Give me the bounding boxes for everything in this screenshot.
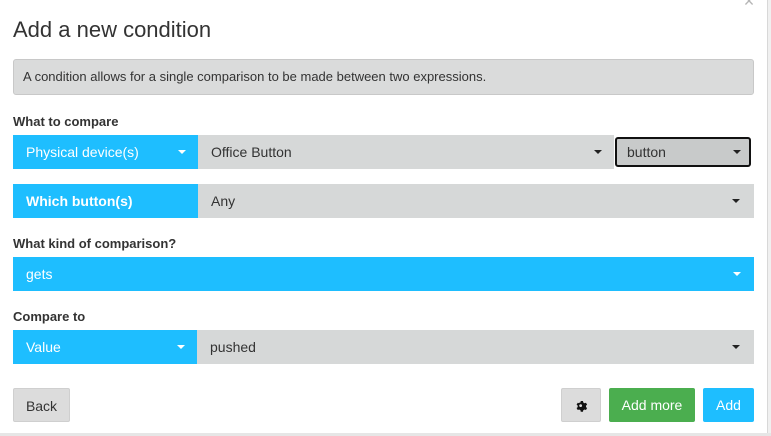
which-buttons-label: Which button(s) bbox=[13, 184, 198, 218]
compare-to-value-select[interactable]: pushed bbox=[197, 330, 754, 364]
chevron-down-icon bbox=[178, 150, 186, 154]
what-to-compare-label: What to compare bbox=[13, 114, 119, 129]
comparison-label: What kind of comparison? bbox=[13, 236, 177, 251]
which-buttons-value: Any bbox=[211, 193, 236, 209]
chevron-down-icon bbox=[732, 199, 740, 203]
device-kind-value: button bbox=[627, 144, 666, 160]
comparison-select[interactable]: gets bbox=[13, 257, 754, 291]
add-condition-dialog: × Add a new condition A condition allows… bbox=[0, 0, 771, 436]
chevron-down-icon bbox=[594, 150, 602, 154]
scrollbar[interactable] bbox=[767, 0, 771, 436]
add-more-button[interactable]: Add more bbox=[609, 388, 695, 422]
close-icon[interactable]: × bbox=[741, 0, 757, 10]
settings-button[interactable] bbox=[561, 388, 601, 422]
chevron-down-icon bbox=[733, 272, 741, 276]
source-type-select[interactable]: Physical device(s) bbox=[13, 135, 198, 169]
dialog-title: Add a new condition bbox=[13, 17, 212, 42]
chevron-down-icon bbox=[732, 345, 740, 349]
source-type-value: Physical device(s) bbox=[26, 144, 139, 160]
compare-to-label: Compare to bbox=[13, 309, 86, 324]
compare-to-type-select[interactable]: Value bbox=[13, 330, 197, 364]
chevron-down-icon bbox=[733, 150, 741, 154]
which-buttons-select[interactable]: Any bbox=[198, 184, 754, 218]
gear-icon bbox=[576, 401, 588, 413]
chevron-down-icon bbox=[177, 345, 185, 349]
device-select[interactable]: Office Button bbox=[198, 135, 614, 169]
comparison-value: gets bbox=[26, 266, 53, 282]
device-value: Office Button bbox=[211, 144, 292, 160]
info-message: A condition allows for a single comparis… bbox=[13, 59, 754, 95]
back-button[interactable]: Back bbox=[13, 388, 70, 422]
compare-to-type-value: Value bbox=[26, 339, 61, 355]
device-kind-select[interactable]: button bbox=[615, 137, 751, 167]
compare-to-value: pushed bbox=[210, 339, 256, 355]
add-button[interactable]: Add bbox=[703, 388, 754, 422]
